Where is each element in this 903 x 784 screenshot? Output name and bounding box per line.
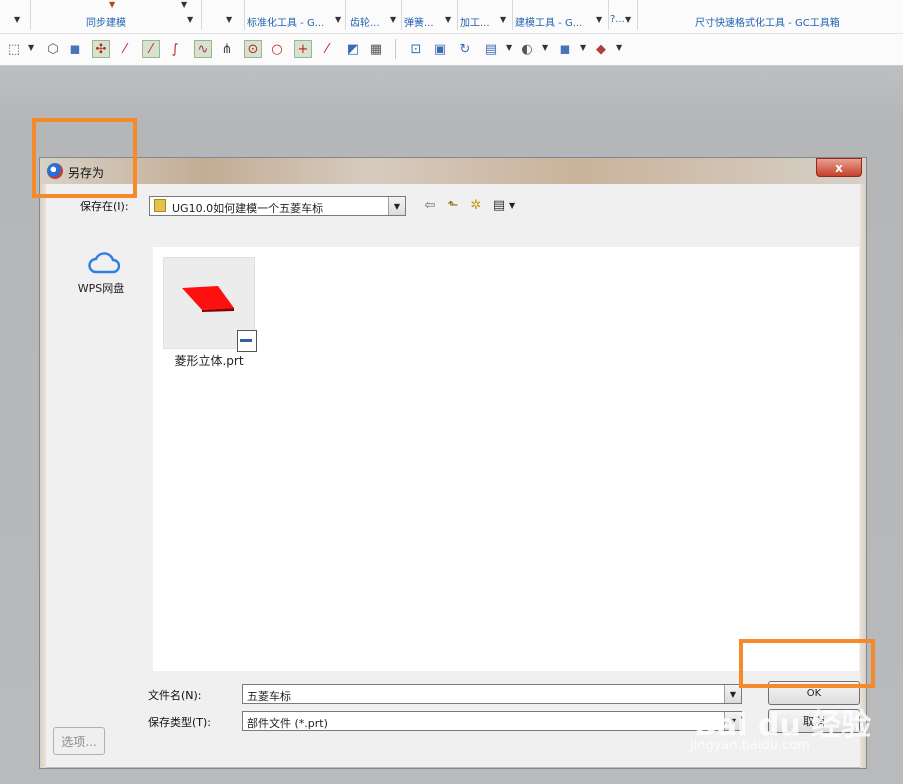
- ribbon-group-label: 尺寸快速格式化工具 - GC工具箱: [695, 18, 840, 29]
- point-snap-icon[interactable]: ✣: [92, 40, 110, 58]
- prt-file-icon-bar: [240, 339, 252, 342]
- options-button[interactable]: 选项...: [53, 727, 105, 755]
- dialog-titlebar[interactable]: 另存为 x: [40, 158, 866, 184]
- places-item-wps[interactable]: WPS网盘: [56, 246, 146, 302]
- ribbon-group-sync[interactable]: 同步建模 ▼ ▼ ▼: [31, 0, 202, 30]
- file-thumbnail: [163, 257, 257, 352]
- diagonal-icon[interactable]: ⁄: [318, 40, 336, 58]
- filetype-dropdown[interactable]: 部件文件 (*.prt) ▼: [242, 711, 742, 731]
- line-end-icon[interactable]: ⁄: [142, 40, 160, 58]
- chevron-down-icon[interactable]: ▼: [335, 15, 341, 24]
- ribbon-group-spacer[interactable]: ▼: [202, 0, 245, 30]
- box-icon[interactable]: ⬡: [44, 40, 62, 58]
- rhombus-shape-icon: [182, 286, 234, 312]
- back-arrow-icon[interactable]: ⇦: [421, 196, 439, 214]
- save-in-label: 保存在(I):: [80, 200, 129, 213]
- cloud-icon: [88, 252, 120, 274]
- circle-center-icon[interactable]: ⊙: [244, 40, 262, 58]
- toolbar-separator: [395, 39, 396, 59]
- chevron-down-icon[interactable]: ▼: [542, 43, 548, 52]
- options-button-label: 选项...: [61, 734, 97, 749]
- intersect-icon[interactable]: ⋔: [218, 40, 236, 58]
- dialog-body: 保存在(I): UG10.0如何建模一个五菱车标 ▼ ⇦ ⬑ ✲ ▤ ▼ WPS…: [46, 184, 860, 762]
- chevron-down-icon[interactable]: ▼: [580, 43, 586, 52]
- ribbon-group-misc[interactable]: ?... ▼: [609, 0, 638, 30]
- chevron-down-icon[interactable]: ▼: [445, 15, 451, 24]
- cube-icon[interactable]: ◼: [556, 40, 574, 58]
- ribbon-group-left[interactable]: ▼: [0, 0, 31, 30]
- ok-highlight-box: [739, 639, 875, 688]
- ribbon-group-modeling-tools[interactable]: 建模工具 - G... ▼: [513, 0, 609, 30]
- ribbon-group-caret-icon[interactable]: ▼: [109, 0, 115, 9]
- layout-icon[interactable]: ▤: [482, 40, 500, 58]
- filetype-label: 保存类型(T):: [148, 716, 212, 729]
- toolbar: ⬚ ▼ ⬡ ◼ ✣ ⁄ ⁄ ∫ ∿ ⋔ ⊙ ○ + ⁄ ◩ ▦ ⊡ ▣ ↻ ▤ …: [0, 33, 903, 64]
- curve-icon[interactable]: ∫: [166, 40, 184, 58]
- ribbon-group-label: 建模工具 - G...: [515, 18, 583, 29]
- chevron-down-icon[interactable]: ▼: [500, 15, 506, 24]
- file-list[interactable]: 菱形立体.prt: [153, 247, 859, 671]
- select-rectangle-icon[interactable]: ⬚: [5, 40, 23, 58]
- ribbon-group-machining[interactable]: 加工... ▼: [458, 0, 513, 30]
- ribbon-group-label: ?...: [610, 14, 625, 25]
- ribbon-group-std-tools[interactable]: 标准化工具 - G... ▼: [245, 0, 346, 30]
- rotate-icon[interactable]: ↻: [456, 40, 474, 58]
- circle-icon[interactable]: ○: [268, 40, 286, 58]
- chevron-down-icon[interactable]: ▼: [14, 15, 20, 24]
- block-icon[interactable]: ◼: [66, 40, 84, 58]
- title-highlight-box: [32, 118, 137, 198]
- chevron-down-icon[interactable]: ▼: [506, 43, 512, 52]
- render-icon[interactable]: ◆: [592, 40, 610, 58]
- chevron-down-icon[interactable]: ▼: [509, 201, 515, 210]
- file-name: 菱形立体.prt: [174, 354, 244, 368]
- fit-view-icon[interactable]: ⊡: [407, 40, 425, 58]
- filetype-value: 部件文件 (*.prt): [247, 717, 328, 730]
- new-folder-icon[interactable]: ✲: [467, 196, 485, 214]
- save-in-value: UG10.0如何建模一个五菱车标: [172, 202, 324, 215]
- close-button[interactable]: x: [816, 158, 862, 177]
- filename-value: 五菱车标: [247, 690, 291, 703]
- ok-button-label: OK: [806, 687, 822, 699]
- refresh-view-icon[interactable]: ▣: [431, 40, 449, 58]
- chevron-down-icon[interactable]: ▼: [616, 43, 622, 52]
- chevron-down-icon[interactable]: ▼: [625, 15, 631, 24]
- chevron-down-icon[interactable]: ▼: [596, 15, 602, 24]
- line-icon[interactable]: ⁄: [116, 40, 134, 58]
- places-item-label: WPS网盘: [77, 282, 125, 295]
- sheet-icon[interactable]: ◩: [344, 40, 362, 58]
- ribbon-group-label: 标准化工具 - G...: [247, 18, 325, 29]
- filename-label: 文件名(N):: [148, 689, 202, 702]
- save-in-dropdown[interactable]: UG10.0如何建模一个五菱车标 ▼: [149, 196, 406, 216]
- ribbon-group-label: 齿轮...: [350, 18, 380, 29]
- chevron-down-icon[interactable]: ▼: [181, 0, 187, 9]
- chevron-down-icon[interactable]: ▼: [187, 15, 193, 24]
- up-folder-icon[interactable]: ⬑: [444, 196, 462, 214]
- filename-input[interactable]: 五菱车标 ▼: [242, 684, 742, 704]
- ribbon-group-dim-format[interactable]: 尺寸快速格式化工具 - GC工具箱: [638, 0, 902, 30]
- chevron-down-icon[interactable]: ▼: [226, 15, 232, 24]
- watermark-url: jingyan.baidu.com: [690, 738, 810, 753]
- places-bar: WPS网盘: [56, 246, 146, 306]
- view-menu-icon[interactable]: ▤: [490, 196, 508, 214]
- file-item[interactable]: 菱形立体.prt: [153, 247, 265, 369]
- spline-icon[interactable]: ∿: [194, 40, 212, 58]
- shade-icon[interactable]: ◐: [518, 40, 536, 58]
- ribbon: ▼ 同步建模 ▼ ▼ ▼ ▼ 标准化工具 - G... ▼ 齿轮... ▼ 弹簧…: [0, 0, 903, 66]
- cross-icon[interactable]: +: [294, 40, 312, 58]
- ribbon-group-spring[interactable]: 弹簧... ▼: [402, 0, 458, 30]
- folder-icon: [154, 199, 166, 212]
- chevron-down-icon[interactable]: ▼: [388, 197, 405, 215]
- ribbon-group-label: 弹簧...: [404, 18, 434, 29]
- ribbon-group-gear[interactable]: 齿轮... ▼: [346, 0, 402, 30]
- close-icon: x: [835, 160, 843, 175]
- chevron-down-icon[interactable]: ▼: [28, 43, 34, 52]
- grid-icon[interactable]: ▦: [367, 40, 385, 58]
- ribbon-group-label: 同步建模: [86, 18, 126, 29]
- chevron-down-icon[interactable]: ▼: [390, 15, 396, 24]
- ribbon-group-label: 加工...: [460, 18, 490, 29]
- prt-file-icon: [237, 330, 257, 352]
